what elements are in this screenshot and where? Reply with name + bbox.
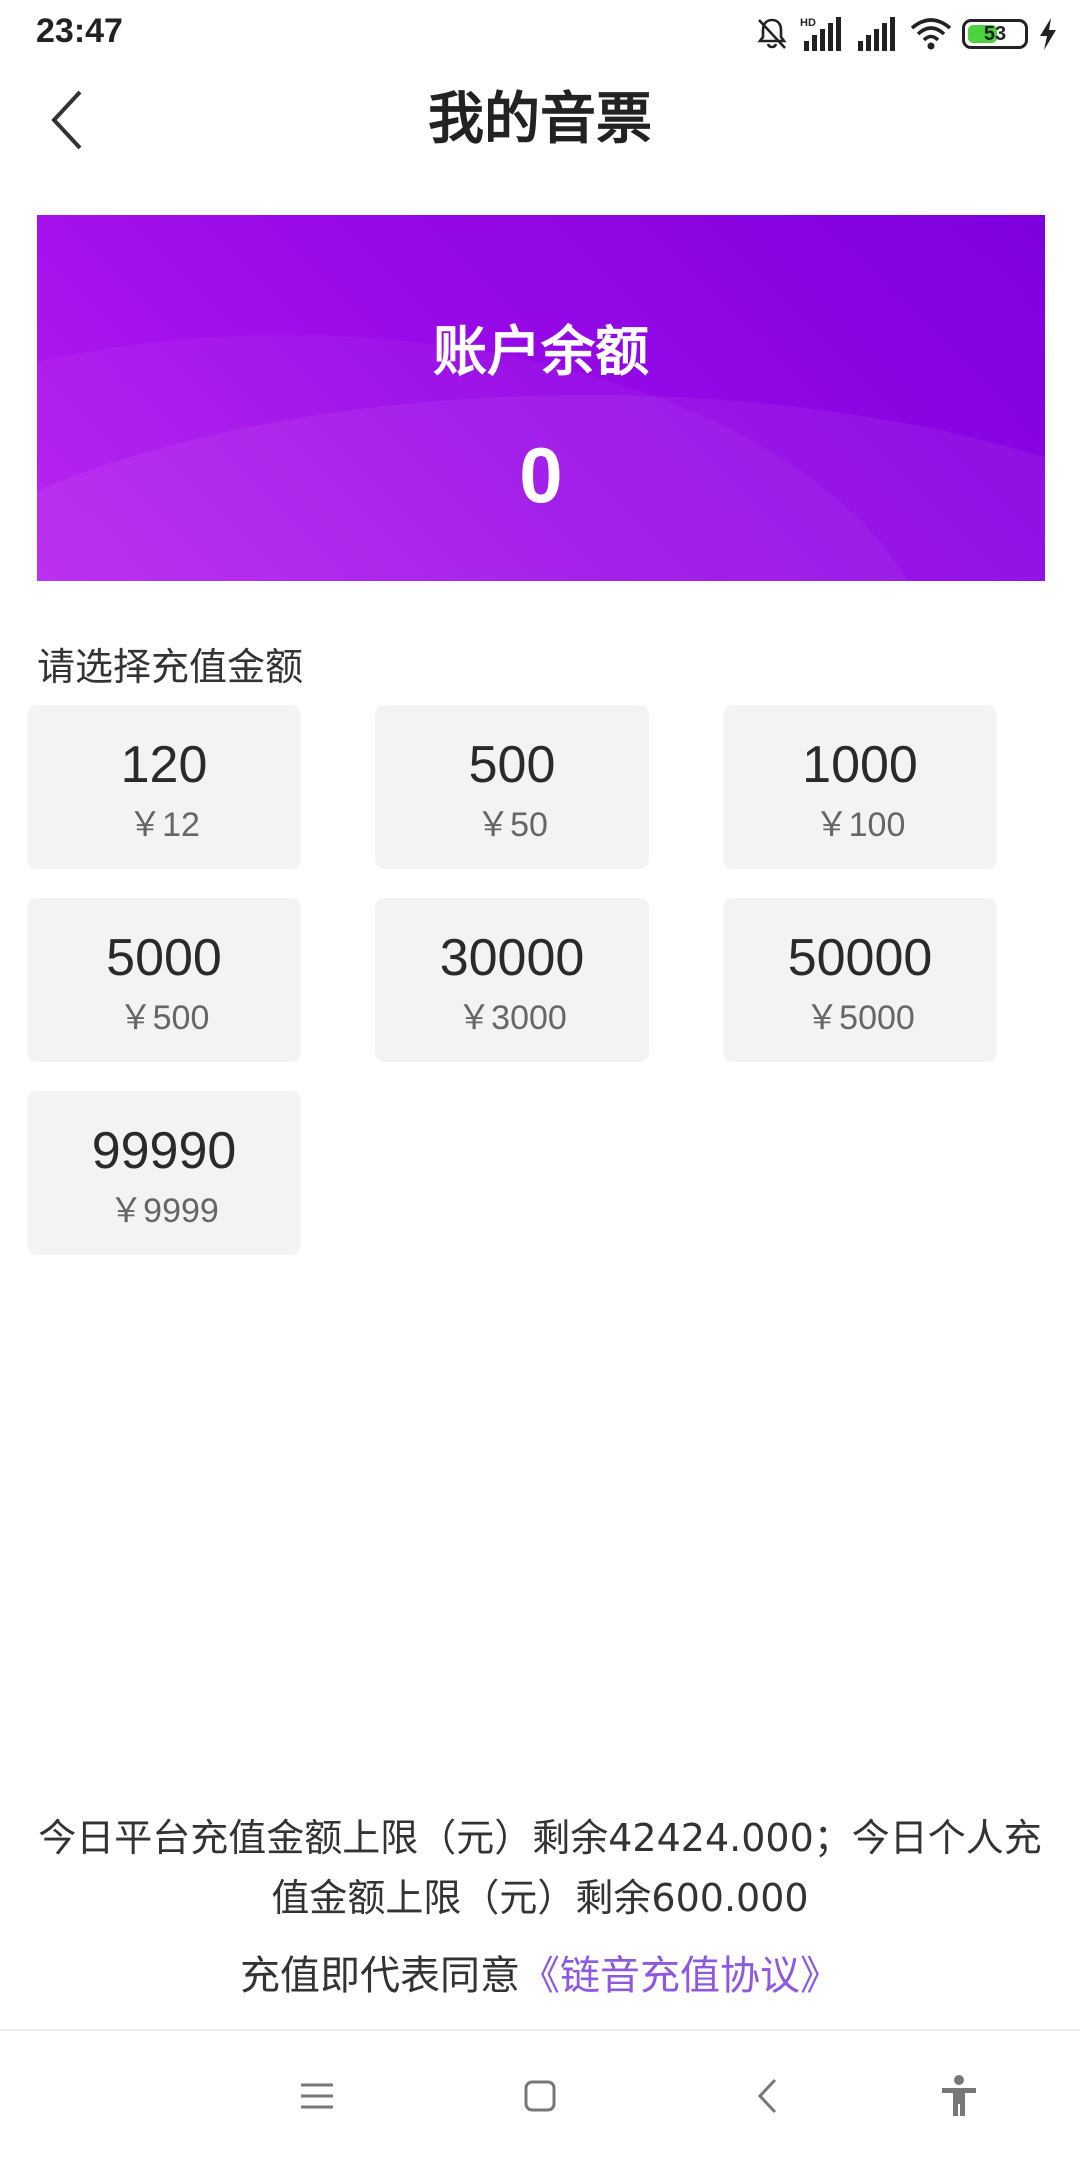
wifi-icon bbox=[910, 18, 952, 50]
option-price: ￥100 bbox=[814, 806, 906, 844]
limit-line-1: 今日平台充值金额上限（元）剩余42424.000；今日个人充 bbox=[38, 1816, 1042, 1860]
agreement-link[interactable]: 《链音充值协议》 bbox=[520, 1953, 840, 1999]
recharge-option[interactable]: 30000 ￥3000 bbox=[375, 898, 649, 1062]
accessibility-icon bbox=[942, 2075, 976, 2116]
back-chevron-icon bbox=[757, 2078, 777, 2114]
system-nav-bar bbox=[0, 2031, 1080, 2160]
recharge-prompt: 请选择充值金额 bbox=[37, 645, 304, 689]
option-coins: 99990 bbox=[91, 1122, 237, 1180]
page-title: 我的音票 bbox=[428, 87, 652, 152]
header: 我的音票 bbox=[0, 66, 1080, 176]
hd-signal-icon: HD bbox=[800, 17, 841, 51]
option-price: ￥3000 bbox=[457, 999, 567, 1037]
battery-icon: 53 bbox=[962, 19, 1028, 49]
status-bar: 23:47 HD 53 bbox=[0, 0, 1080, 66]
menu-button[interactable] bbox=[282, 2061, 352, 2131]
agreement-row: 充值即代表同意《链音充值协议》 bbox=[0, 1946, 1080, 2006]
recharge-limit-note: 今日平台充值金额上限（元）剩余42424.000；今日个人充 值金额上限（元）剩… bbox=[0, 1808, 1080, 1928]
recharge-option[interactable]: 120 ￥12 bbox=[27, 705, 301, 869]
agreement-text: 充值即代表同意 bbox=[240, 1953, 520, 1999]
menu-icon bbox=[301, 2083, 333, 2109]
battery-level: 53 bbox=[983, 22, 1007, 45]
option-price: ￥9999 bbox=[109, 1192, 219, 1230]
limit-line-2: 值金额上限（元）剩余600.000 bbox=[271, 1876, 809, 1920]
signal-icon bbox=[858, 17, 895, 51]
status-time: 23:47 bbox=[36, 12, 123, 50]
recharge-option[interactable]: 500 ￥50 bbox=[375, 705, 649, 869]
home-square-icon bbox=[524, 2080, 556, 2112]
charging-icon bbox=[1040, 18, 1056, 50]
option-price: ￥50 bbox=[476, 806, 548, 844]
recharge-option[interactable]: 50000 ￥5000 bbox=[723, 898, 997, 1062]
option-coins: 30000 bbox=[439, 929, 585, 987]
option-coins: 50000 bbox=[787, 929, 933, 987]
accessibility-button[interactable] bbox=[924, 2061, 994, 2131]
option-price: ￥5000 bbox=[805, 999, 915, 1037]
option-coins: 1000 bbox=[802, 736, 918, 794]
option-coins: 500 bbox=[468, 736, 556, 794]
option-coins: 5000 bbox=[106, 929, 222, 987]
svg-text:HD: HD bbox=[800, 17, 816, 29]
balance-value: 0 bbox=[519, 431, 563, 519]
balance-card: 账户余额 0 bbox=[37, 215, 1045, 581]
status-icons: HD 53 bbox=[754, 12, 1058, 56]
recharge-option[interactable]: 1000 ￥100 bbox=[723, 705, 997, 869]
bell-muted-icon bbox=[757, 18, 787, 49]
balance-label: 账户余额 bbox=[433, 320, 649, 383]
recharge-option[interactable]: 99990 ￥9999 bbox=[27, 1091, 301, 1255]
option-price: ￥500 bbox=[118, 999, 210, 1037]
home-button[interactable] bbox=[505, 2061, 575, 2131]
option-coins: 120 bbox=[120, 736, 208, 794]
recharge-option[interactable]: 5000 ￥500 bbox=[27, 898, 301, 1062]
option-price: ￥12 bbox=[128, 806, 200, 844]
nav-back-button[interactable] bbox=[732, 2061, 802, 2131]
